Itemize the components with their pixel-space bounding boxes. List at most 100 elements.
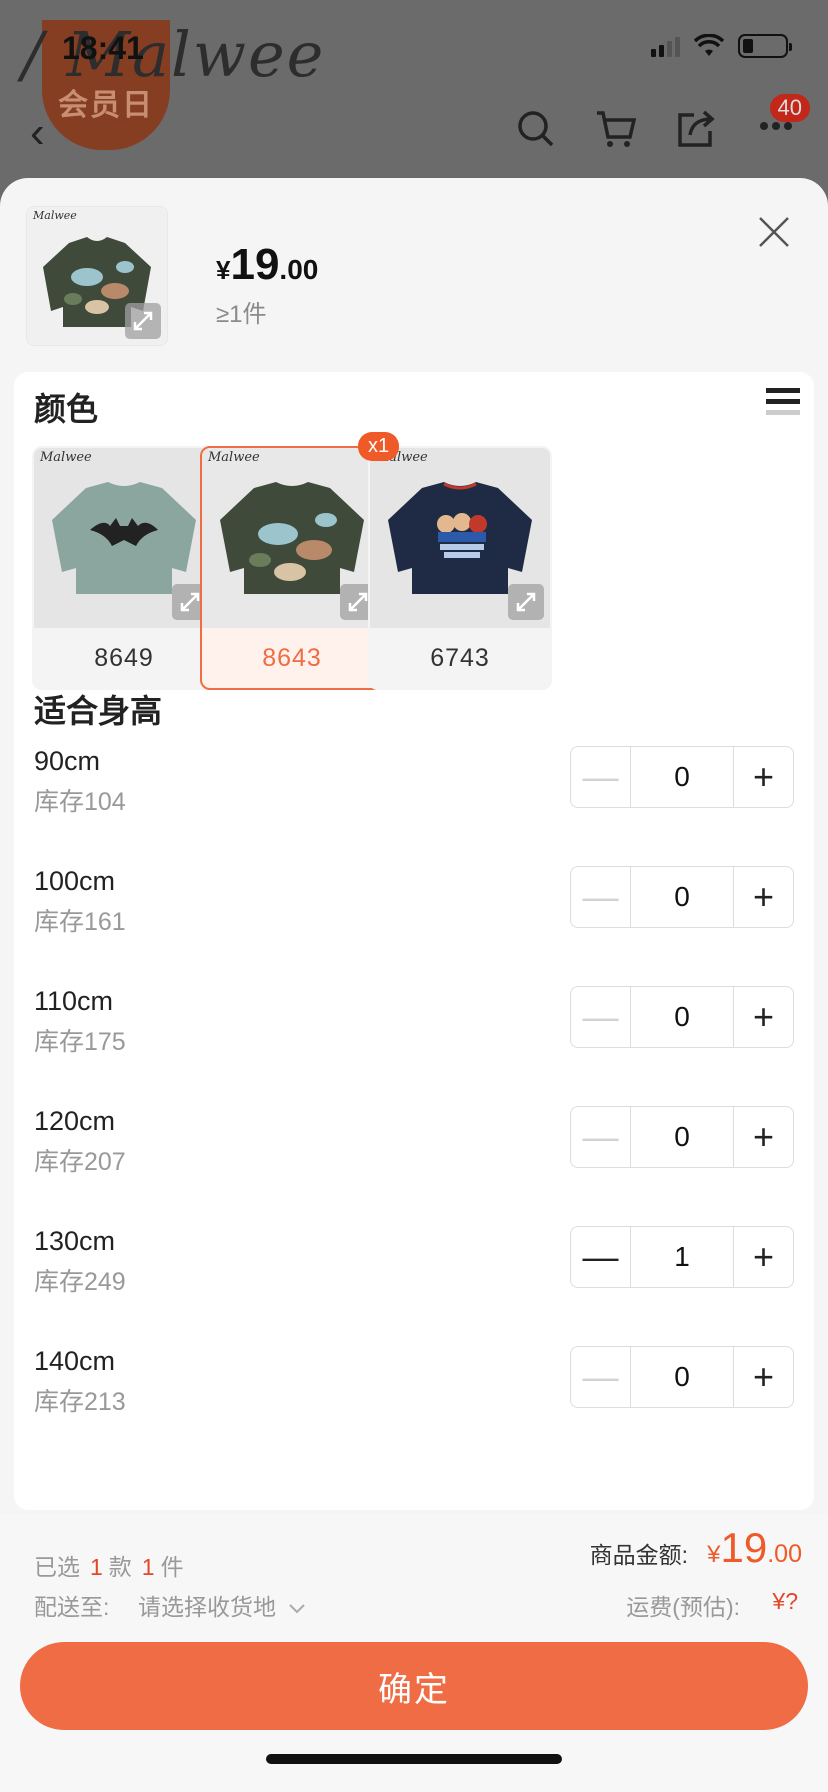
ship-to-label: 配送至:	[34, 1594, 110, 1620]
color-code: 8649	[94, 644, 154, 672]
decrease-button[interactable]: —	[571, 1107, 631, 1167]
quantity-stepper: — 0 +	[570, 1346, 794, 1408]
quantity-value[interactable]: 0	[631, 987, 733, 1047]
quantity-value[interactable]: 0	[631, 747, 733, 807]
wifi-icon	[694, 34, 724, 56]
color-brand: Malwee	[40, 450, 92, 465]
close-icon[interactable]	[756, 214, 792, 250]
product-thumbnail[interactable]: Malwee	[26, 206, 168, 346]
home-indicator	[266, 1754, 562, 1764]
size-stock: 库存249	[34, 1268, 126, 1296]
total-currency: ¥	[707, 1541, 721, 1568]
price-currency: ¥	[216, 255, 231, 285]
quantity-stepper: — 0 +	[570, 746, 794, 808]
selected-items-count: 1	[141, 1554, 155, 1580]
address-placeholder: 请选择收货地	[138, 1594, 276, 1620]
size-row-100cm: 100cm 库存161 — 0 +	[14, 866, 814, 986]
search-icon[interactable]	[514, 107, 558, 151]
size-name: 90cm	[34, 746, 101, 776]
back-icon[interactable]: ‹	[30, 108, 45, 158]
signal-icon	[651, 35, 680, 57]
quantity-value[interactable]: 0	[631, 867, 733, 927]
size-stock: 库存175	[34, 1028, 126, 1056]
color-brand: Malwee	[208, 450, 260, 465]
color-option-6743[interactable]: Malwee 6743	[368, 446, 552, 690]
size-row-110cm: 110cm 库存175 — 0 +	[14, 986, 814, 1106]
decrease-button[interactable]: —	[571, 987, 631, 1047]
increase-button[interactable]: +	[733, 867, 793, 927]
size-name: 100cm	[34, 866, 116, 896]
quantity-value[interactable]: 0	[631, 1107, 733, 1167]
min-order-qty: ≥1件	[216, 301, 267, 328]
decrease-button[interactable]: —	[571, 747, 631, 807]
price-decimal: .00	[279, 254, 319, 285]
items-unit: 件	[160, 1554, 184, 1580]
expand-icon[interactable]	[125, 303, 161, 339]
increase-button[interactable]: +	[733, 1227, 793, 1287]
order-summary-footer: 已选 1 款 1 件 商品金额: ¥19.00 配送至: 请选择收货地 运费(预估): …	[0, 1514, 828, 1792]
total-decimal: .00	[767, 1540, 802, 1568]
decrease-button[interactable]: —	[571, 867, 631, 927]
color-section-title: 颜色	[34, 391, 99, 427]
battery-icon	[738, 34, 792, 58]
shipping-fee: ¥?	[772, 1588, 798, 1614]
price-block: ¥19.00 ≥1件	[216, 240, 318, 329]
confirm-button[interactable]: 确定	[20, 1642, 808, 1730]
color-option-8649[interactable]: Malwee 8649	[32, 446, 216, 690]
size-section-title: 适合身高	[34, 693, 163, 729]
size-row-130cm: 130cm 库存249 — 1 +	[14, 1226, 814, 1346]
total-price: ¥19.00	[707, 1524, 802, 1572]
sheet-header: Malwee ¥19.00 ≥1件	[0, 178, 828, 372]
price-integer: 19	[230, 240, 280, 289]
quantity-stepper: — 0 +	[570, 1106, 794, 1168]
color-code: 6743	[430, 644, 490, 672]
increase-button[interactable]: +	[733, 747, 793, 807]
decrease-button[interactable]: —	[571, 1227, 631, 1287]
address-selector[interactable]: 请选择收货地	[138, 1588, 306, 1622]
size-stock: 库存207	[34, 1148, 126, 1176]
quantity-stepper: — 1 +	[570, 1226, 794, 1288]
size-name: 110cm	[34, 986, 114, 1016]
size-name: 120cm	[34, 1106, 116, 1136]
total-integer: 19	[720, 1524, 768, 1571]
size-stock: 库存104	[34, 788, 126, 816]
expand-icon[interactable]	[508, 584, 544, 620]
top-nav: ‹ 40	[0, 94, 828, 170]
chevron-down-icon	[289, 1604, 306, 1614]
increase-button[interactable]: +	[733, 1347, 793, 1407]
decrease-button[interactable]: —	[571, 1347, 631, 1407]
quantity-value[interactable]: 0	[631, 1347, 733, 1407]
selected-prefix: 已选	[34, 1554, 80, 1580]
unit-price: ¥19.00	[216, 240, 318, 290]
status-icons	[651, 34, 792, 58]
size-stock: 库存161	[34, 908, 126, 936]
color-option-8643[interactable]: Malwee 8643	[200, 446, 384, 690]
message-count-badge: 40	[769, 94, 810, 122]
size-row-140cm: 140cm 库存213 — 0 +	[14, 1346, 814, 1466]
thumb-brand: Malwee	[33, 209, 77, 222]
share-icon[interactable]	[674, 107, 718, 151]
styles-unit: 款	[108, 1554, 132, 1580]
size-row-90cm: 90cm 库存104 — 0 +	[14, 746, 814, 866]
sku-selector-sheet: Malwee ¥19.00 ≥1件 颜色 Malwee 8649 Malwee …	[0, 178, 828, 1792]
quantity-stepper: — 0 +	[570, 866, 794, 928]
increase-button[interactable]: +	[733, 987, 793, 1047]
size-name: 140cm	[34, 1346, 116, 1376]
quantity-stepper: — 0 +	[570, 986, 794, 1048]
status-time: 18:41	[62, 30, 144, 66]
cart-icon[interactable]	[594, 107, 638, 151]
size-row-120cm: 120cm 库存207 — 0 +	[14, 1106, 814, 1226]
options-card: 颜色 Malwee 8649 Malwee 8643 x1 Malwee 674…	[14, 372, 814, 1510]
color-code: 8643	[262, 644, 322, 672]
list-view-icon[interactable]	[766, 386, 800, 418]
more-menu[interactable]: 40	[754, 94, 810, 153]
size-stock: 库存213	[34, 1388, 126, 1416]
size-name: 130cm	[34, 1226, 116, 1256]
increase-button[interactable]: +	[733, 1107, 793, 1167]
selected-qty-badge: x1	[358, 432, 400, 461]
shipping-fee-label: 运费(预估):	[626, 1594, 740, 1620]
total-label: 商品金额:	[589, 1542, 688, 1568]
quantity-value[interactable]: 1	[631, 1227, 733, 1287]
selection-summary: 已选 1 款 1 件	[34, 1548, 184, 1582]
selected-styles-count: 1	[90, 1554, 103, 1580]
